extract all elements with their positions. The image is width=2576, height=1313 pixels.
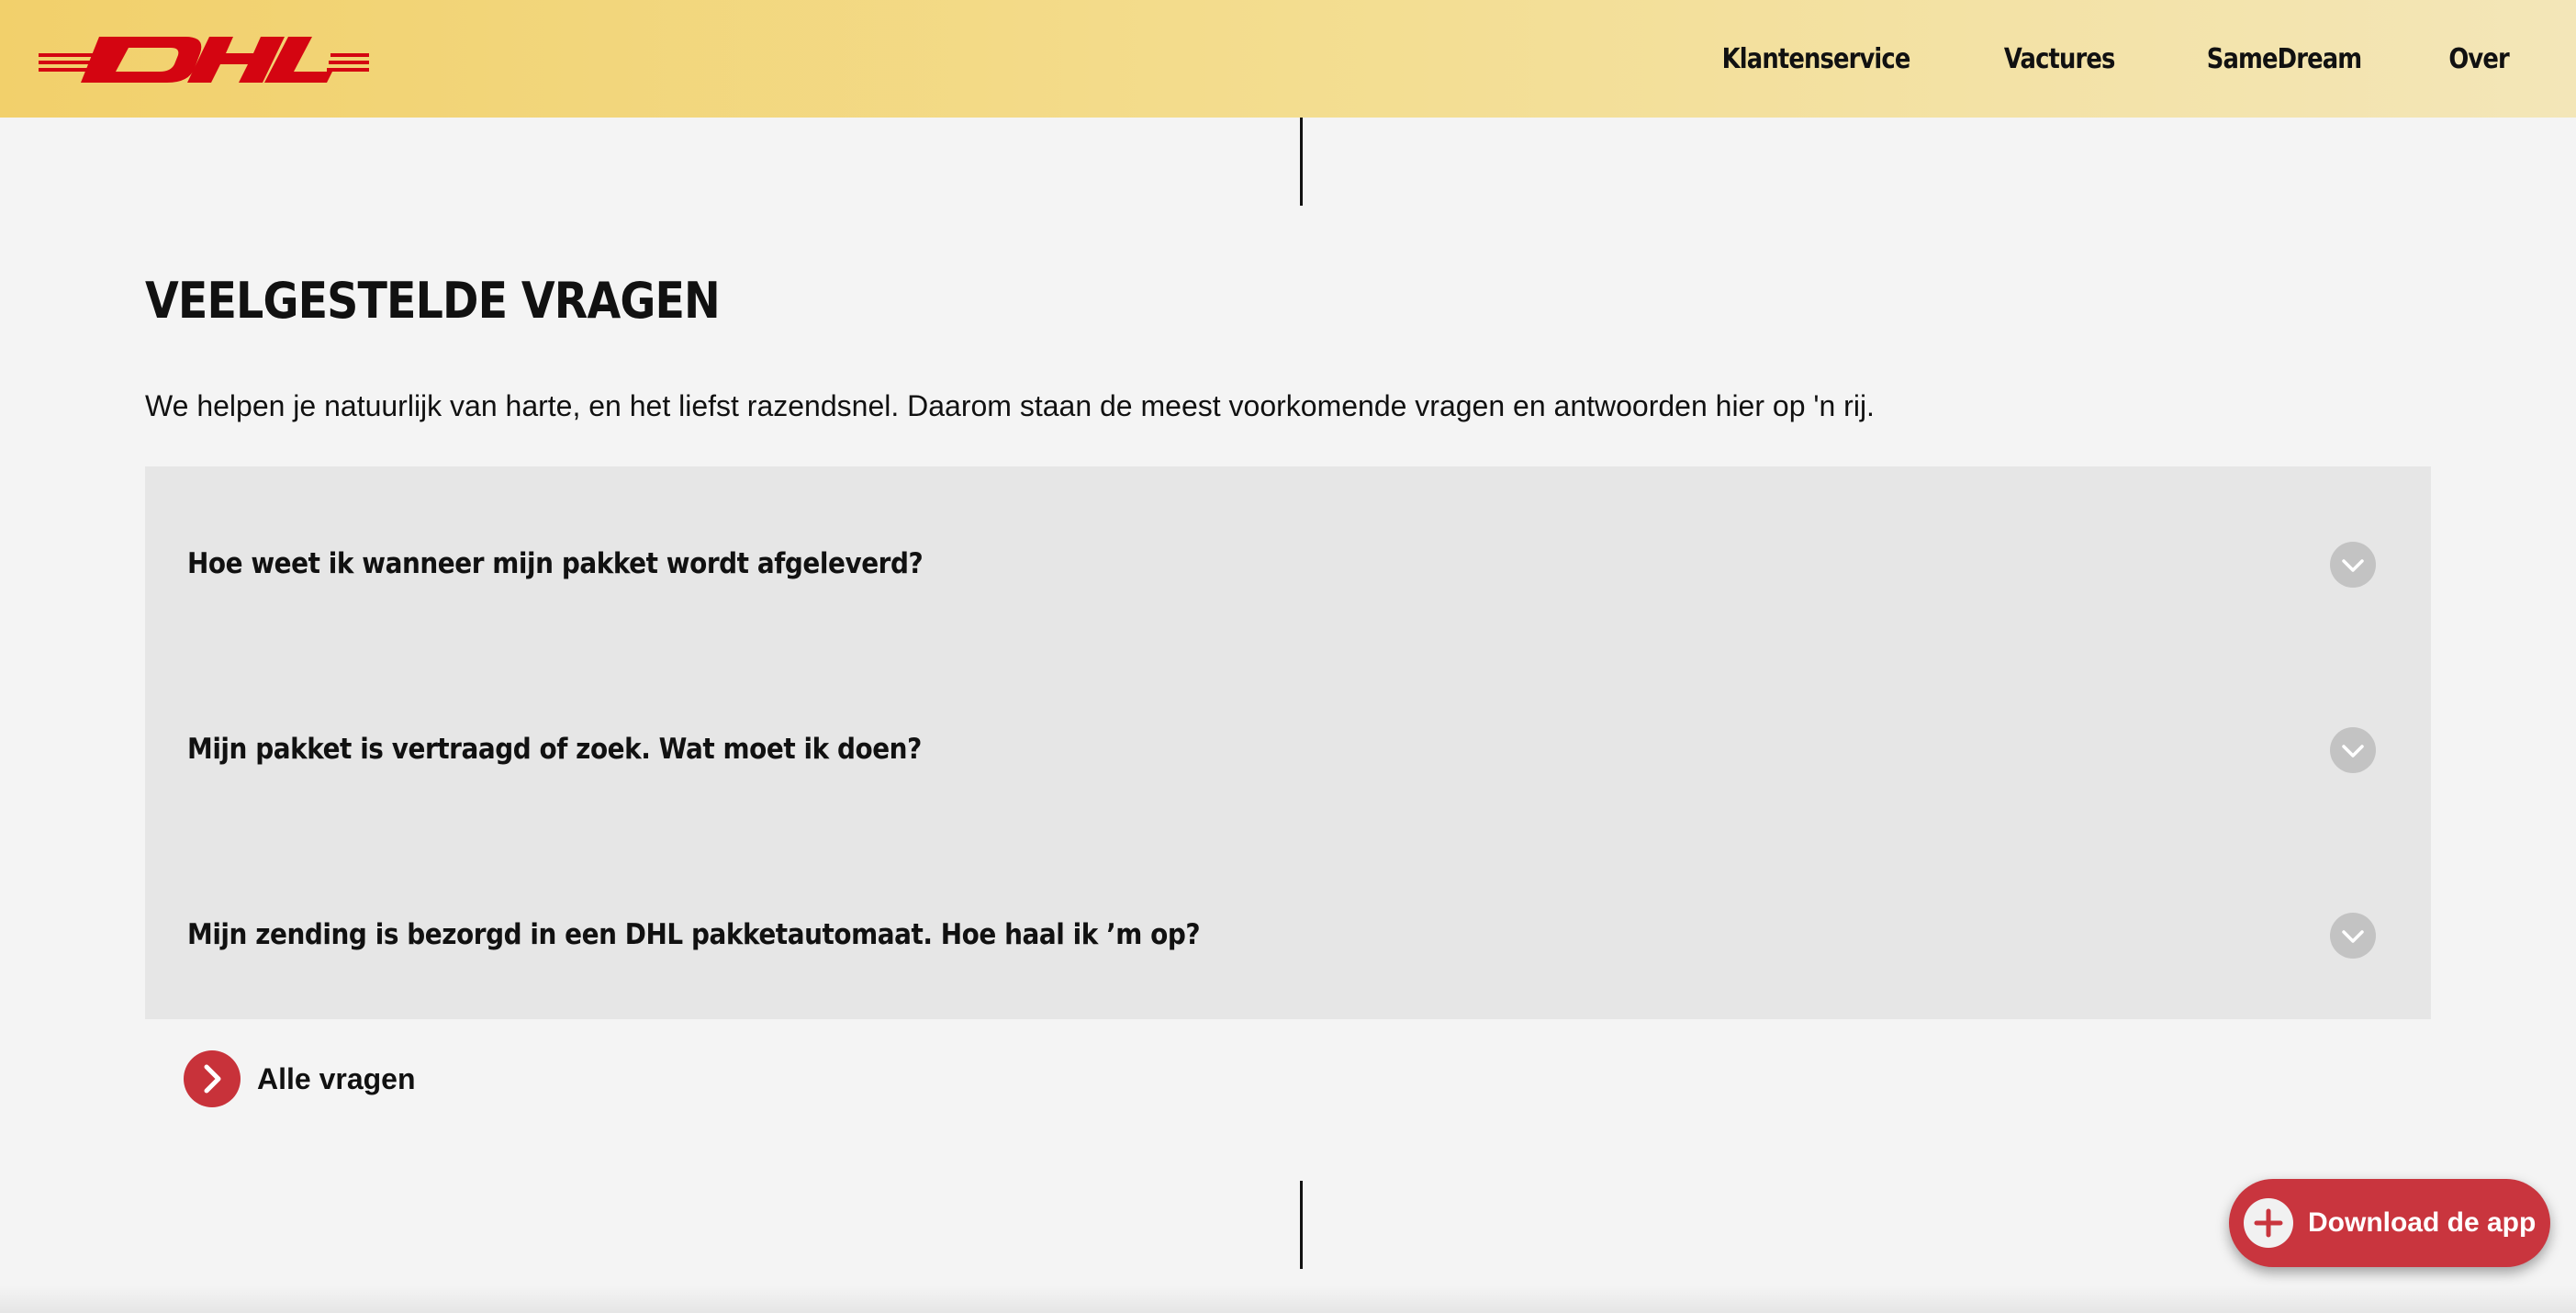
nav-klantenservice[interactable]: Klantenservice [1722, 43, 1911, 75]
chevron-right-icon [184, 1050, 241, 1107]
download-app-label: Download de app [2308, 1207, 2537, 1238]
faq-item[interactable]: Mijn pakket is vertraagd of zoek. Wat mo… [145, 694, 2431, 804]
nav-samedream[interactable]: SameDream [2207, 43, 2362, 75]
chevron-down-icon[interactable] [2330, 913, 2376, 959]
all-questions-label: Alle vragen [257, 1061, 416, 1095]
bottom-shadow [0, 1285, 2576, 1313]
faq-question: Mijn zending is bezorgd in een DHL pakke… [187, 918, 1201, 951]
nav-vactures[interactable]: Vactures [2004, 43, 2116, 75]
nav-over[interactable]: Over [2448, 43, 2509, 75]
chevron-down-icon[interactable] [2330, 542, 2376, 588]
chevron-down-icon[interactable] [2330, 727, 2376, 773]
divider-line-top [1300, 118, 1303, 206]
plus-icon [2244, 1198, 2293, 1248]
all-questions-link[interactable]: Alle vragen [184, 1050, 416, 1107]
divider-line-bottom [1300, 1181, 1303, 1269]
faq-title: VEELGESTELDE VRAGEN [145, 272, 721, 330]
faq-question: Mijn pakket is vertraagd of zoek. Wat mo… [187, 733, 922, 766]
faq-intro: We helpen je natuurlijk van harte, en he… [145, 389, 1875, 422]
faq-item[interactable]: Mijn zending is bezorgd in een DHL pakke… [145, 880, 2431, 990]
site-header: Klantenservice Vactures SameDream Over [0, 0, 2576, 118]
faq-accordion: Hoe weet ik wanneer mijn pakket wordt af… [145, 466, 2431, 1019]
faq-question: Hoe weet ik wanneer mijn pakket wordt af… [187, 547, 924, 580]
main-nav: Klantenservice Vactures SameDream Over [1707, 0, 2514, 118]
dhl-logo[interactable] [39, 31, 369, 88]
faq-item[interactable]: Hoe weet ik wanneer mijn pakket wordt af… [145, 509, 2431, 619]
page: Klantenservice Vactures SameDream Over V… [0, 0, 2576, 1313]
download-app-button[interactable]: Download de app [2229, 1179, 2550, 1267]
